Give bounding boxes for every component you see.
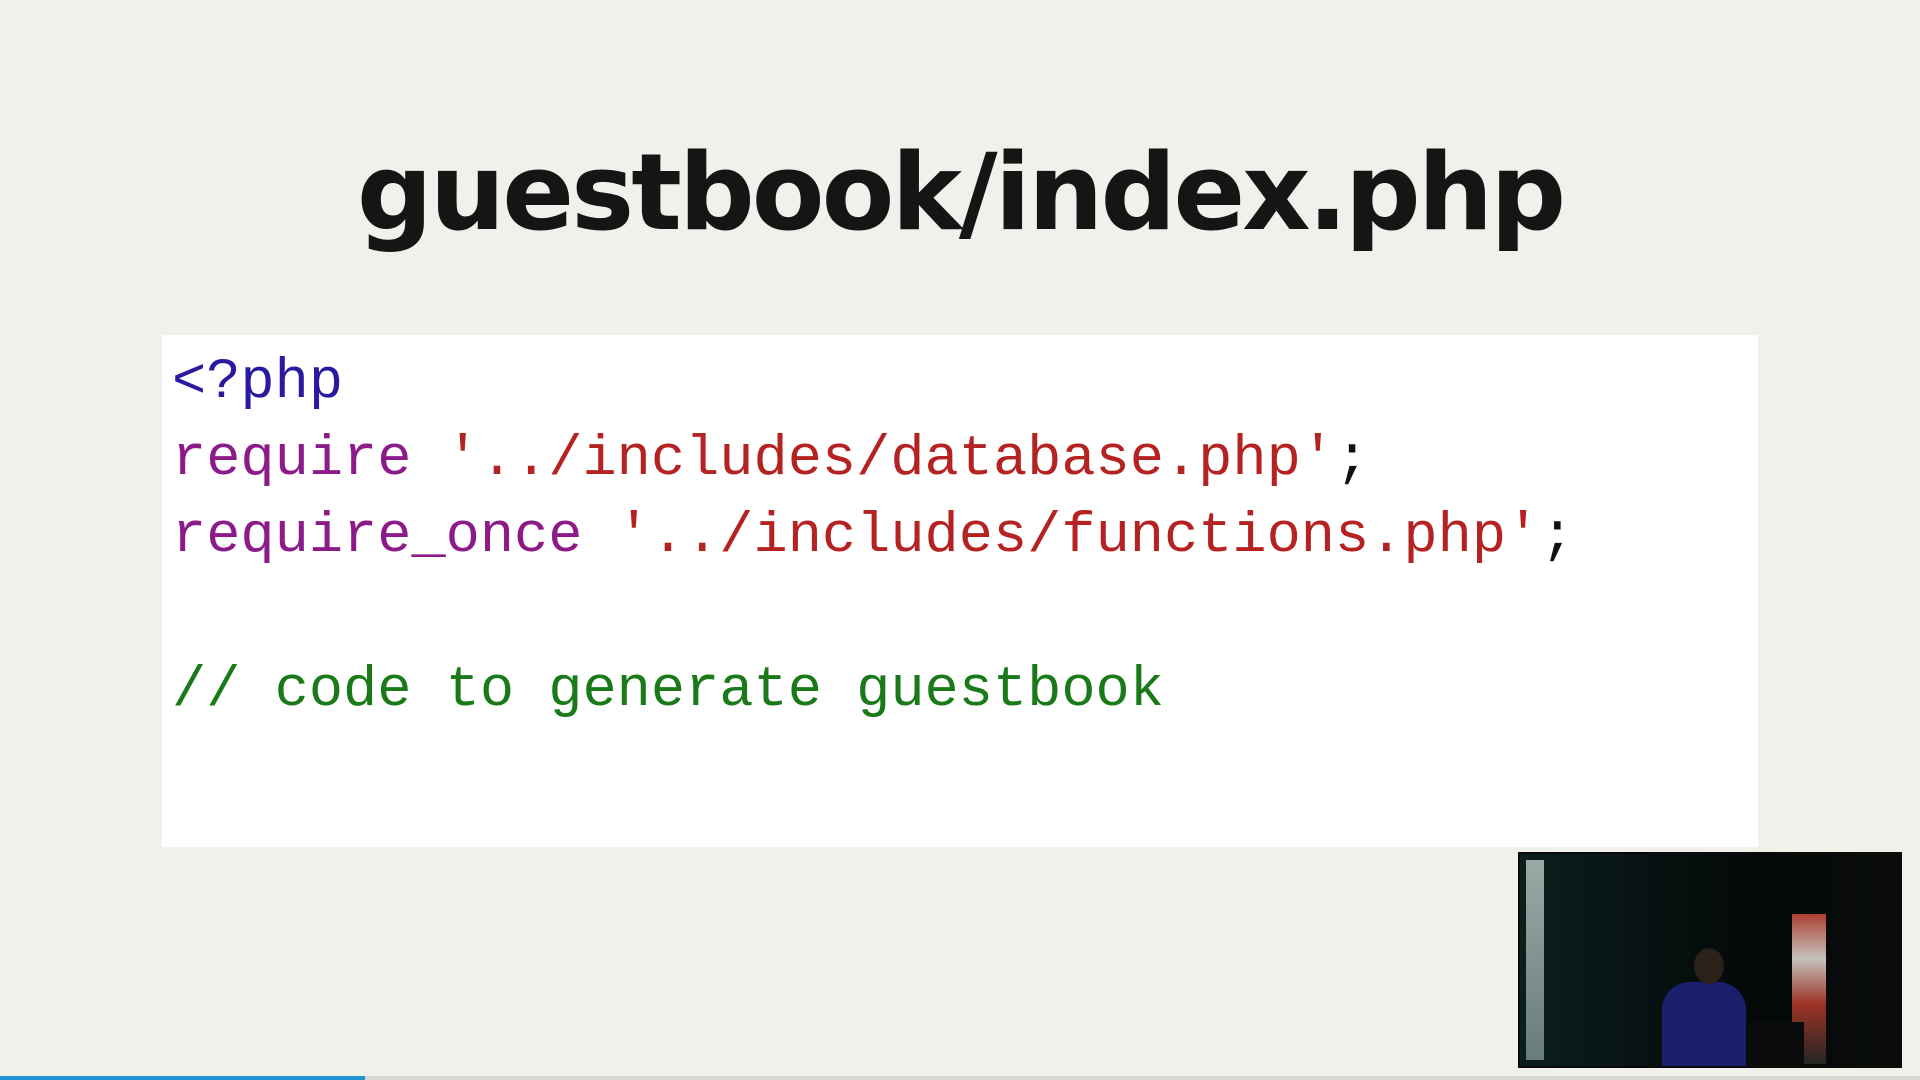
code-line: // code to generate guestbook: [172, 653, 1758, 730]
code-token-str: '../includes/database.php': [445, 428, 1336, 492]
slide-progress-fill: [0, 1076, 365, 1080]
slide-title: guestbook/index.php: [356, 131, 1566, 254]
code-token-kw: require_once: [172, 505, 617, 569]
presenter-figure: [1662, 982, 1746, 1066]
code-line: require_once '../includes/functions.php'…: [172, 499, 1758, 576]
code-token-punc: ;: [1540, 505, 1575, 569]
presentation-slide: guestbook/index.php <?php require '../inc…: [0, 0, 1920, 1080]
code-token-str: '../includes/functions.php': [616, 505, 1541, 569]
code-token-tag: <?php: [172, 351, 344, 415]
presenter-webcam-video: [1518, 852, 1902, 1068]
code-line: require '../includes/database.php';: [172, 422, 1758, 499]
code-line: <?php: [172, 345, 1758, 422]
slide-progress-bar: [0, 1076, 1920, 1080]
podium: [1748, 1022, 1804, 1066]
webcam-background-door: [1526, 860, 1544, 1060]
code-token-kw: require: [172, 428, 446, 492]
presenter-head: [1694, 948, 1724, 984]
code-token-punc: ;: [1335, 428, 1370, 492]
code-block: <?php require '../includes/database.php';…: [162, 335, 1758, 847]
code-token-comment: // code to generate guestbook: [172, 659, 1164, 723]
